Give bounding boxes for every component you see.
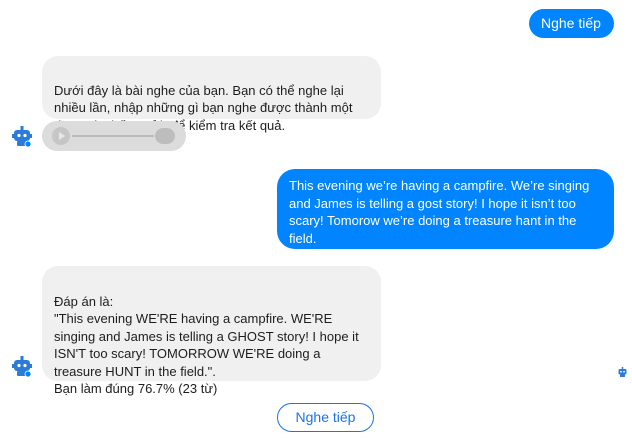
quick-reply-label: Nghe tiếp bbox=[295, 409, 356, 425]
play-icon bbox=[59, 132, 65, 140]
robot-icon bbox=[12, 126, 32, 148]
audio-volume-control[interactable] bbox=[155, 128, 175, 144]
audio-player[interactable] bbox=[42, 121, 186, 151]
user-message: This evening we’re having a campfire. We… bbox=[277, 169, 614, 249]
message-text: Đáp án là: "This evening WE'RE having a … bbox=[54, 293, 359, 397]
message-text: This evening we’re having a campfire. We… bbox=[289, 178, 590, 246]
seen-robot-icon bbox=[618, 367, 627, 377]
message-text: Nghe tiếp bbox=[541, 15, 601, 31]
bot-message: Dưới đây là bài nghe của bạn. Bạn có thể… bbox=[42, 56, 381, 133]
audio-progress-track[interactable] bbox=[72, 135, 154, 137]
user-message: Nghe tiếp bbox=[529, 9, 614, 38]
robot-icon bbox=[12, 356, 32, 378]
play-button[interactable] bbox=[52, 127, 70, 145]
quick-reply-button[interactable]: Nghe tiếp bbox=[277, 403, 374, 432]
bot-message: Đáp án là: "This evening WE'RE having a … bbox=[42, 266, 381, 396]
